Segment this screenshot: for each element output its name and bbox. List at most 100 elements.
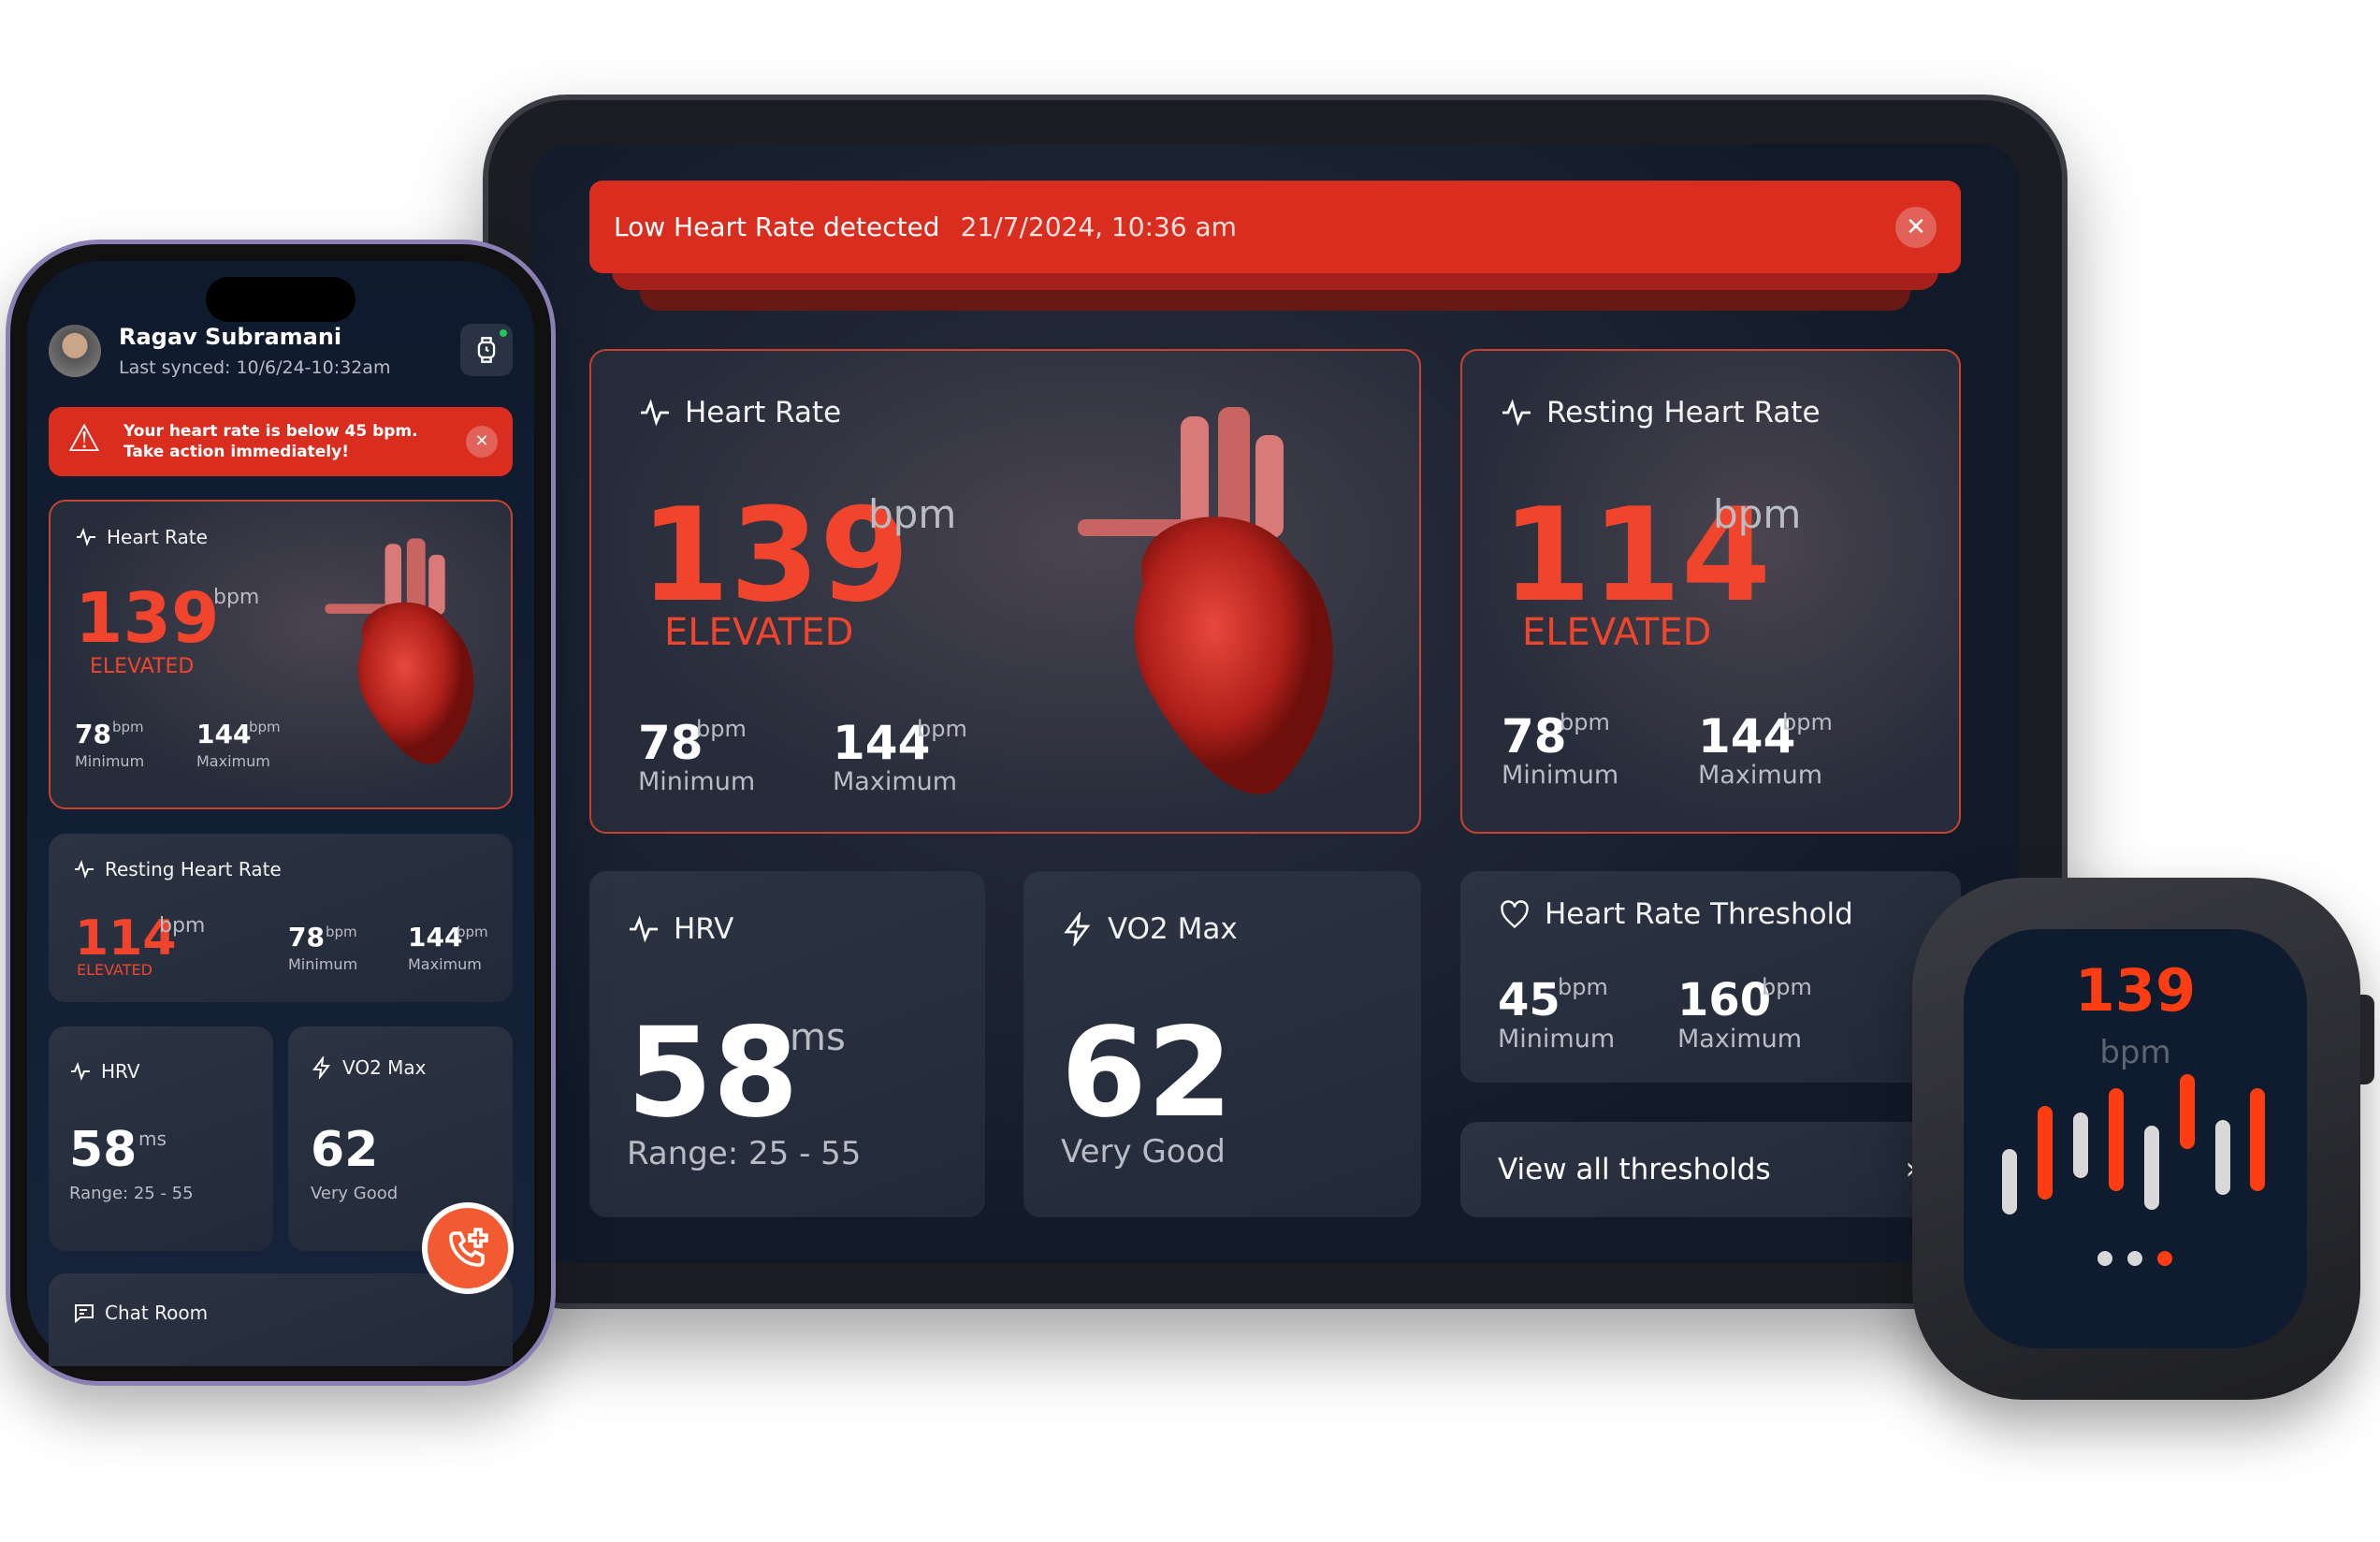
phone-heart-rate-card[interactable]: Heart Rate 139 bpm ELEVATED 78 bpm Minim… bbox=[49, 500, 513, 809]
max-value: 144 bbox=[1698, 709, 1796, 764]
unit: bpm bbox=[696, 716, 747, 742]
unit: bpm bbox=[1558, 974, 1608, 1000]
min-value: 78 bbox=[638, 716, 704, 770]
alert-title: Low Heart Rate detected bbox=[614, 211, 940, 242]
threshold-min-value: 45 bbox=[1498, 974, 1560, 1026]
phone-hrv-card[interactable]: HRV 58 ms Range: 25 - 55 bbox=[49, 1026, 273, 1251]
card-title: VO2 Max bbox=[1108, 912, 1238, 946]
heart-rate-card[interactable]: Heart Rate 139 bpm ELEVATED 78 bpm Minim… bbox=[589, 349, 1421, 834]
unit: bpm bbox=[1713, 491, 1802, 537]
card-title: Chat Room bbox=[105, 1302, 209, 1324]
card-title: Heart Rate bbox=[107, 526, 208, 548]
vo2-status: Very Good bbox=[311, 1184, 399, 1203]
min-value: 78 bbox=[75, 719, 111, 749]
unit: bpm bbox=[917, 716, 967, 742]
unit: bpm bbox=[213, 586, 260, 609]
close-alert-button[interactable]: ✕ bbox=[1895, 207, 1937, 248]
status-label: ELEVATED bbox=[90, 655, 195, 678]
emergency-phone-icon bbox=[449, 1228, 488, 1267]
card-title: Resting Heart Rate bbox=[105, 858, 282, 880]
max-value: 144 bbox=[196, 719, 252, 749]
status-label: ELEVATED bbox=[77, 961, 152, 979]
button-label: View all thresholds bbox=[1498, 1153, 1771, 1186]
vo2-value: 62 bbox=[1061, 1001, 1233, 1145]
heart-icon bbox=[1501, 900, 1529, 929]
vo2-value: 62 bbox=[311, 1122, 379, 1178]
status-label: ELEVATED bbox=[664, 611, 854, 654]
heart-illustration bbox=[1078, 407, 1333, 794]
pulse-icon bbox=[641, 399, 669, 427]
unit: bpm bbox=[159, 914, 206, 938]
max-label: Maximum bbox=[833, 767, 958, 796]
lightning-icon bbox=[312, 1056, 330, 1079]
last-synced: Last synced: 10/6/24-10:32am bbox=[119, 357, 391, 378]
unit: bpm bbox=[1560, 709, 1610, 735]
dynamic-island bbox=[206, 277, 356, 322]
card-title: VO2 Max bbox=[342, 1056, 427, 1079]
watch-unit: bpm bbox=[2099, 1034, 2171, 1071]
watch-sync-button[interactable] bbox=[460, 324, 513, 376]
unit: bpm bbox=[868, 491, 957, 537]
max-label: Maximum bbox=[1698, 761, 1823, 790]
hrv-value: 58 bbox=[69, 1122, 138, 1178]
max-value: 144 bbox=[408, 922, 463, 953]
hrv-value: 58 bbox=[627, 1001, 799, 1145]
user-name: Ragav Subramani bbox=[119, 324, 342, 350]
status-label: ELEVATED bbox=[1522, 611, 1712, 654]
close-icon: ✕ bbox=[1906, 213, 1926, 241]
card-title: Heart Rate Threshold bbox=[1545, 897, 1853, 931]
lightning-icon bbox=[1064, 912, 1091, 946]
max-label: Maximum bbox=[1677, 1025, 1803, 1054]
pulse-icon bbox=[71, 1062, 90, 1081]
max-label: Maximum bbox=[408, 955, 482, 973]
view-all-thresholds-button[interactable]: View all thresholds › bbox=[1460, 1122, 1927, 1217]
card-title: HRV bbox=[101, 1060, 140, 1083]
min-value: 78 bbox=[288, 922, 325, 953]
min-label: Minimum bbox=[288, 955, 358, 973]
max-value: 144 bbox=[833, 716, 931, 770]
max-label: Maximum bbox=[196, 752, 270, 770]
alert-message: Your heart rate is below 45 bpm. Take ac… bbox=[123, 421, 418, 461]
unit: bpm bbox=[112, 719, 144, 735]
phone-resting-heart-rate-card[interactable]: Resting Heart Rate 114 bpm ELEVATED 78 b… bbox=[49, 834, 513, 1002]
pulse-icon bbox=[75, 860, 94, 879]
heart-illustration bbox=[325, 538, 474, 764]
min-label: Minimum bbox=[638, 767, 756, 796]
unit: bpm bbox=[326, 924, 357, 940]
pulse-icon bbox=[630, 915, 658, 943]
resting-heart-rate-card[interactable]: Resting Heart Rate 114 bpm ELEVATED 78 b… bbox=[1460, 349, 1961, 834]
emergency-call-button[interactable] bbox=[422, 1202, 514, 1294]
pulse-icon bbox=[1502, 399, 1531, 427]
close-alert-button[interactable]: ✕ bbox=[466, 426, 498, 458]
phone-alert-banner: ⚠ Your heart rate is below 45 bpm. Take … bbox=[49, 407, 513, 476]
min-label: Minimum bbox=[1502, 761, 1619, 790]
min-label: Minimum bbox=[1498, 1025, 1616, 1054]
close-icon: ✕ bbox=[474, 431, 489, 452]
threshold-max-value: 160 bbox=[1677, 974, 1772, 1026]
low-heart-rate-alert: Low Heart Rate detected 21/7/2024, 10:36… bbox=[589, 181, 1961, 273]
pulse-icon bbox=[77, 528, 95, 546]
unit: ms bbox=[138, 1127, 167, 1150]
chat-icon bbox=[75, 1304, 94, 1324]
min-value: 78 bbox=[1502, 709, 1567, 764]
min-label: Minimum bbox=[75, 752, 145, 770]
connected-indicator bbox=[500, 329, 507, 337]
card-title: Heart Rate bbox=[685, 396, 842, 429]
heart-rate-value: 139 bbox=[75, 578, 220, 659]
unit: ms bbox=[790, 1016, 846, 1059]
watch-heart-rate-value: 139 bbox=[2074, 956, 2197, 1025]
warning-icon: ⚠ bbox=[67, 417, 101, 460]
hrv-card[interactable]: HRV 58 ms Range: 25 - 55 bbox=[589, 871, 985, 1217]
unit: bpm bbox=[457, 924, 488, 940]
hrv-range: Range: 25 - 55 bbox=[627, 1135, 862, 1172]
vo2-status: Very Good bbox=[1061, 1133, 1226, 1171]
watch-icon bbox=[477, 337, 496, 363]
unit: bpm bbox=[1762, 974, 1812, 1000]
card-title: HRV bbox=[674, 912, 734, 946]
unit: bpm bbox=[249, 719, 281, 735]
alert-timestamp: 21/7/2024, 10:36 am bbox=[960, 211, 1237, 242]
heart-rate-threshold-card[interactable]: Heart Rate Threshold 45 bpm Minimum 160 … bbox=[1460, 871, 1961, 1083]
vo2-max-card[interactable]: VO2 Max 62 Very Good bbox=[1023, 871, 1421, 1217]
avatar[interactable] bbox=[49, 325, 101, 377]
unit: bpm bbox=[1782, 709, 1833, 735]
